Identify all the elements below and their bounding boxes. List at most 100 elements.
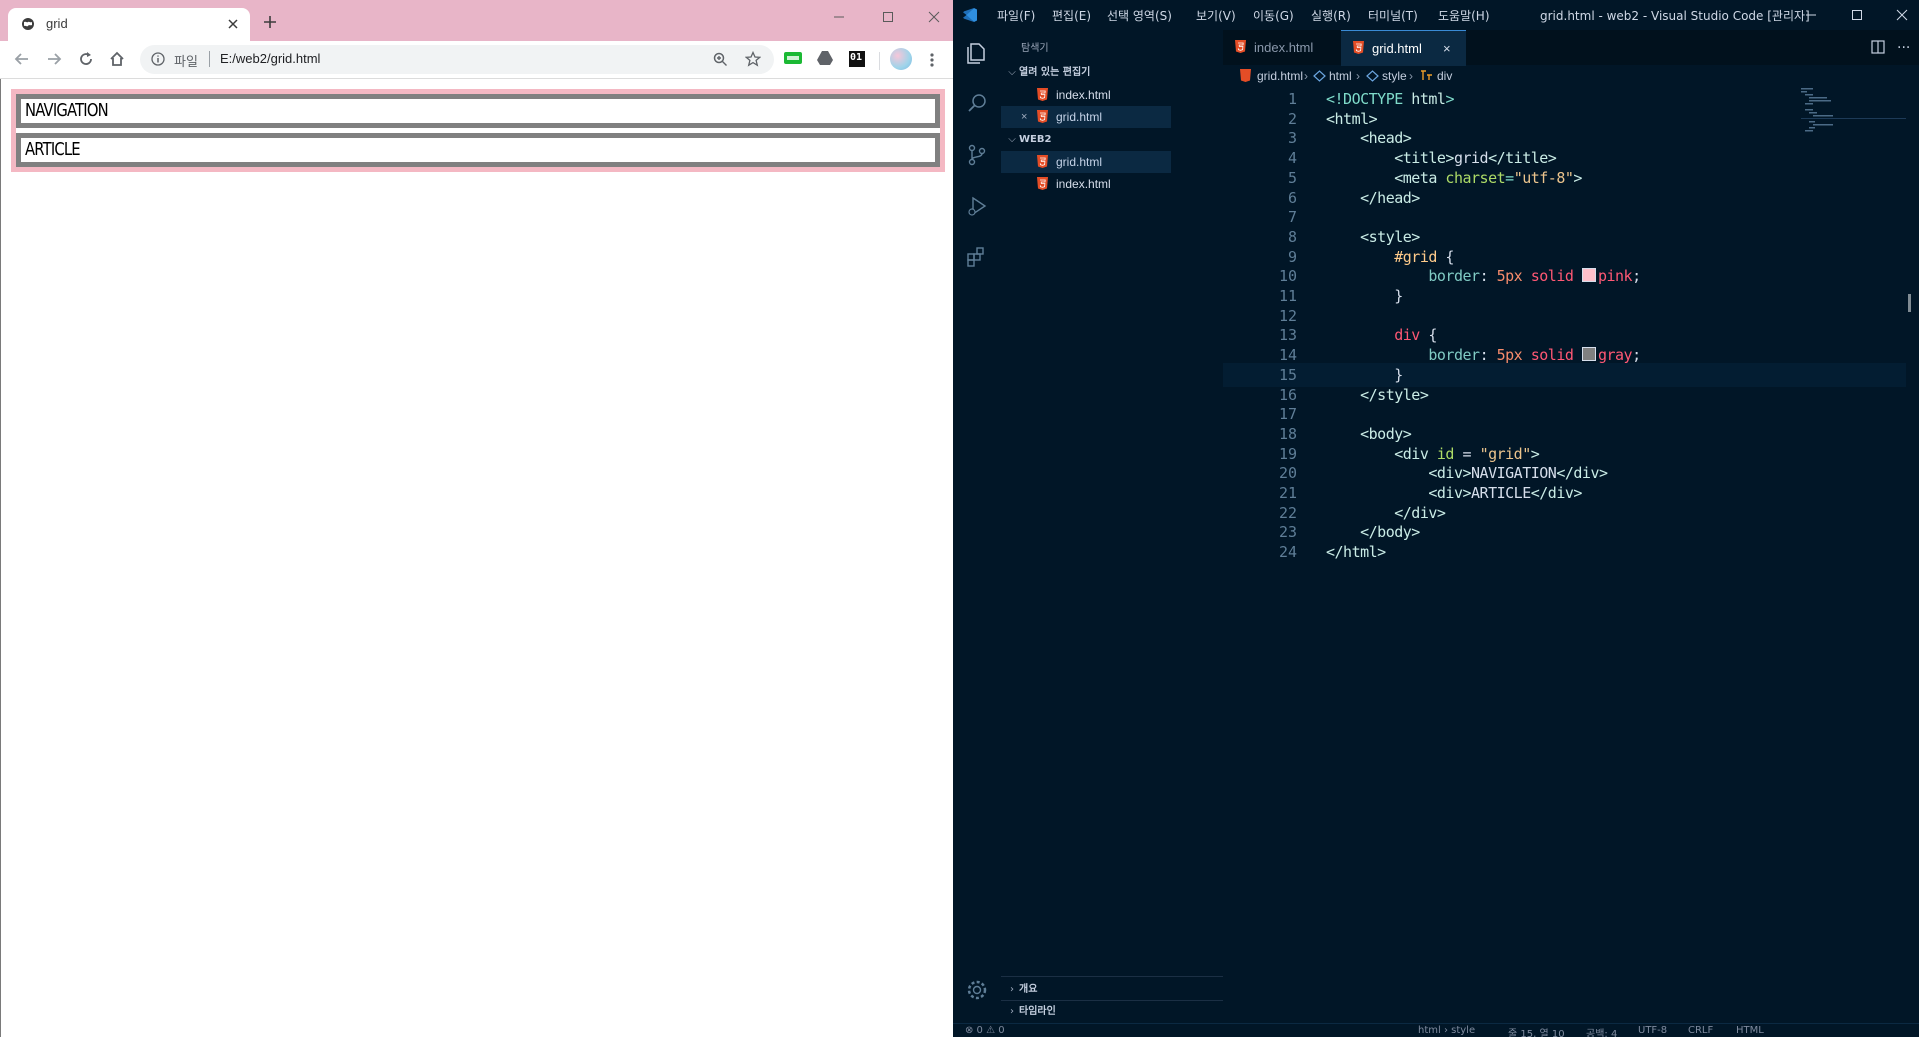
line-number: 24: [1278, 543, 1297, 562]
drive-extension-icon[interactable]: [817, 51, 833, 65]
timeline-section[interactable]: › 타임라인: [1005, 1002, 1056, 1022]
tab-title: grid: [46, 16, 68, 31]
close-window-icon[interactable]: [1893, 6, 1911, 24]
close-tab-icon[interactable]: [227, 18, 239, 30]
code-token: <body>: [1360, 424, 1412, 443]
code-token: grid: [1453, 149, 1489, 168]
close-tab-icon[interactable]: ×: [1443, 31, 1451, 66]
code-token: </style>: [1360, 385, 1429, 404]
editor-tabs: index.html grid.html × ···: [1223, 30, 1919, 66]
more-actions-icon[interactable]: ···: [1897, 40, 1910, 56]
browser-tab-grid[interactable]: grid: [8, 8, 250, 41]
tab-index-html[interactable]: index.html: [1223, 30, 1341, 65]
color-swatch-gray[interactable]: [1581, 347, 1596, 362]
code-token: </body>: [1360, 523, 1420, 542]
chevron-right-icon: ›: [1304, 69, 1308, 83]
open-editors-section[interactable]: ⌵ 열려 있는 편집기: [1005, 63, 1090, 83]
cursor-position[interactable]: 줄 15, 열 10: [1508, 1025, 1565, 1037]
code-token: gray: [1597, 346, 1633, 365]
breadcrumb-file[interactable]: grid.html: [1257, 65, 1303, 87]
adblock-extension-icon[interactable]: [784, 51, 802, 65]
close-editor-icon[interactable]: ×: [1021, 106, 1027, 128]
file-item-grid[interactable]: grid.html: [1001, 151, 1171, 173]
code-token: #grid: [1394, 247, 1437, 266]
code-token: </title>: [1488, 149, 1557, 168]
menu-view[interactable]: 보기(V): [1196, 7, 1236, 24]
menu-terminal[interactable]: 터미널(T): [1368, 7, 1418, 24]
explorer-icon[interactable]: [964, 40, 990, 66]
language-mode[interactable]: HTML: [1736, 1025, 1764, 1036]
home-icon[interactable]: [108, 50, 126, 68]
info-icon[interactable]: [151, 52, 165, 66]
search-icon[interactable]: [964, 91, 990, 117]
editor-scrollbar[interactable]: [1906, 87, 1919, 997]
open-editor-item[interactable]: index.html: [1001, 84, 1171, 106]
problems-status[interactable]: ⊗ 0 ⚠ 0: [965, 1025, 1005, 1036]
code-token: border: [1428, 346, 1480, 365]
code-token: <title>: [1394, 149, 1454, 168]
code-editor[interactable]: 1 <!DOCTYPE html> 2 <html> 3 <head> 4 <t…: [1223, 87, 1919, 997]
minimap[interactable]: [1801, 87, 1906, 147]
code-token: <meta: [1394, 168, 1437, 187]
html5-file-icon: [1353, 41, 1364, 54]
back-arrow-icon[interactable]: [13, 50, 31, 68]
extensions-icon[interactable]: [964, 244, 990, 270]
zoom-icon[interactable]: [713, 52, 728, 67]
address-bar[interactable]: 파일 E:/web2/grid.html: [140, 45, 774, 74]
tab-grid-html[interactable]: grid.html ×: [1341, 30, 1466, 66]
eol-status[interactable]: CRLF: [1688, 1025, 1713, 1036]
menu-help[interactable]: 도움말(H): [1438, 7, 1490, 24]
chevron-right-icon: ›: [1356, 69, 1360, 83]
minimize-icon[interactable]: [828, 6, 850, 28]
cursor-marker: [1908, 294, 1911, 312]
menu-edit[interactable]: 편집(E): [1052, 7, 1091, 24]
kebab-menu-icon[interactable]: [929, 52, 935, 68]
menu-run[interactable]: 실행(R): [1311, 7, 1351, 24]
breadcrumb-div[interactable]: div: [1437, 65, 1452, 87]
code-token: "grid": [1479, 444, 1532, 463]
outline-section[interactable]: › 개요: [1005, 980, 1037, 1000]
web2-folder-section[interactable]: ⌵ WEB2: [1005, 130, 1051, 150]
code-token: id: [1428, 444, 1455, 463]
code-token: solid: [1522, 267, 1582, 286]
menu-selection[interactable]: 선택 영역(S): [1107, 7, 1172, 24]
bookmark-star-icon[interactable]: [745, 51, 761, 67]
explorer-sidebar: 탐색기 ⌵ 열려 있는 편집기 index.html × grid.html ⌵ W…: [1001, 30, 1223, 1023]
html5-file-icon: [1037, 110, 1048, 123]
code-token: html: [1402, 90, 1446, 108]
avatar[interactable]: [890, 48, 912, 70]
extension-badge: 01: [850, 52, 863, 63]
breadcrumb-html[interactable]: html: [1329, 65, 1352, 87]
code-token: 5px: [1496, 346, 1523, 365]
address-url[interactable]: E:/web2/grid.html: [220, 51, 320, 66]
code-token: >: [1445, 90, 1454, 108]
code-token: <div>: [1428, 464, 1472, 483]
encoding-status[interactable]: UTF-8: [1638, 1025, 1667, 1036]
language-context: html › style: [1418, 1025, 1476, 1036]
maximize-icon[interactable]: [877, 6, 899, 28]
forward-arrow-icon[interactable]: [45, 50, 63, 68]
breadcrumb-style[interactable]: style: [1382, 65, 1407, 87]
menu-go[interactable]: 이동(G): [1253, 7, 1294, 24]
code-token: </div>: [1530, 484, 1583, 502]
open-editor-item-active[interactable]: × grid.html: [1001, 106, 1171, 128]
browser-tab-strip: grid: [0, 0, 953, 41]
file-item-index[interactable]: index.html: [1001, 173, 1171, 195]
source-control-icon[interactable]: [964, 142, 990, 168]
html5-file-icon: [1037, 155, 1048, 168]
indentation-status[interactable]: 공백: 4: [1586, 1025, 1617, 1037]
run-debug-icon[interactable]: [964, 193, 990, 219]
minimize-icon[interactable]: [1802, 6, 1820, 24]
new-tab-icon[interactable]: [263, 15, 277, 29]
maximize-icon[interactable]: [1848, 6, 1866, 24]
split-editor-icon[interactable]: [1871, 40, 1885, 54]
close-window-icon[interactable]: [923, 6, 945, 28]
code-token: div: [1394, 326, 1420, 345]
settings-gear-icon[interactable]: [964, 977, 990, 1003]
code-line: 24 </html>: [1223, 540, 1919, 564]
color-swatch-pink[interactable]: [1581, 268, 1596, 283]
menu-file[interactable]: 파일(F): [997, 7, 1035, 24]
reload-icon[interactable]: [77, 50, 95, 68]
code-token: <!DOCTYPE: [1326, 90, 1403, 108]
counter-extension-icon[interactable]: 01: [849, 51, 865, 67]
